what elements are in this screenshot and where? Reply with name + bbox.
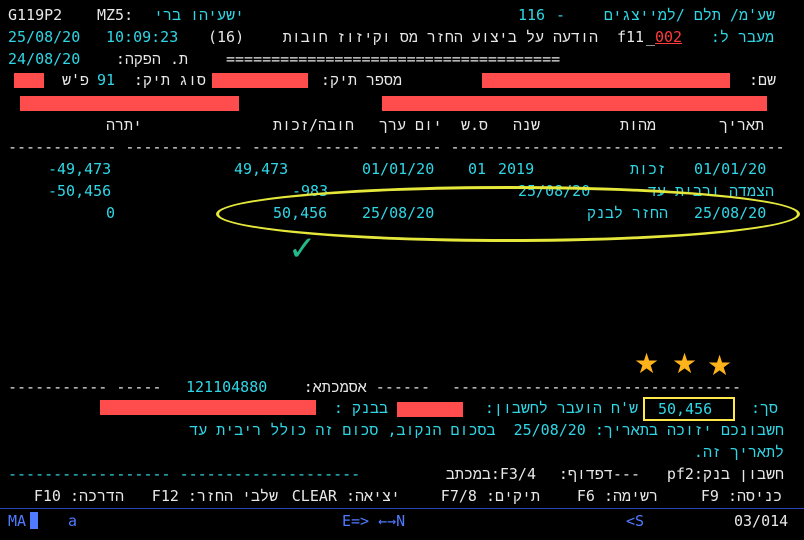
f10-guide-key[interactable]: הדרכה: F10	[24, 487, 124, 505]
print-label: ---דפדוף:	[558, 465, 640, 483]
reference-label: ------ אסמכתא:	[303, 378, 430, 396]
current-date: 25/08/20	[8, 28, 81, 46]
redacted-bank	[100, 400, 316, 415]
header-dash: -	[556, 6, 566, 24]
reference-line-left: ----------- -----	[8, 378, 162, 396]
issue-label: ת. הפקה:	[115, 50, 188, 68]
row1-date: 01/01/20	[694, 160, 767, 178]
col-nature: מהות	[619, 116, 656, 134]
row1-value-date: 01/01/20	[362, 160, 435, 178]
f3-4-key[interactable]: F3/4:במכתב	[432, 465, 536, 483]
row1-year: 2019	[498, 160, 535, 178]
clear-exit-key[interactable]: יציאה: CLEAR	[290, 487, 400, 505]
message-line-2: לתאריך זה.	[693, 443, 784, 461]
dept-title: שע'מ/ תלם /למייצגים	[603, 6, 775, 24]
name-label: שם:	[748, 71, 776, 89]
reference-value: 121104880	[186, 378, 268, 396]
screen-id: G119P2	[8, 6, 63, 24]
table-separator: ------------ ------------- ------ ----- …	[8, 138, 785, 156]
footer-dash-line: ------------------ --------------------	[8, 465, 361, 483]
issue-date: 24/08/20	[8, 50, 81, 68]
col-debit-credit: חובה/זכות	[272, 116, 354, 134]
redacted-account	[397, 402, 463, 417]
status-page-mark: <S	[626, 512, 645, 530]
col-year: שנה	[512, 116, 540, 134]
row2-balance: -50,456	[48, 182, 112, 200]
transfer-cursor: _	[646, 28, 656, 46]
redacted-file-number	[212, 73, 308, 88]
file-number-label: מספר תיק:	[320, 71, 402, 89]
reference-line-right: --------------------------------	[452, 378, 741, 396]
col-date: תאריך	[718, 116, 764, 134]
title-number: (16)	[208, 28, 245, 46]
transferred-label: ש'ח הועבר לחשבון:	[484, 399, 638, 417]
status-nav: E=> ←→N	[342, 512, 406, 530]
row1-amount: 49,473	[234, 160, 289, 178]
star-icon: ★	[707, 349, 733, 382]
star-icon: ★	[634, 347, 660, 380]
page-title: הודעה על ביצוע החזר מס וקיזוז חובות	[282, 28, 598, 46]
star-icon: ★	[672, 347, 698, 380]
f6-list-key[interactable]: רשימה: F6	[576, 487, 658, 505]
redacted-address	[20, 96, 239, 111]
current-time: 10:09:23	[106, 28, 179, 46]
user-name: ישעיהו ברי	[153, 6, 244, 24]
header-rule: =====================================	[226, 50, 561, 68]
file-type-label: סוג תיק:	[133, 71, 206, 89]
row1-balance: -49,473	[48, 160, 112, 178]
total-value: 50,456	[658, 400, 713, 418]
cursor-block	[30, 512, 38, 529]
row1-ss: 01	[468, 160, 487, 178]
col-value-date: יום ערך	[378, 116, 442, 134]
status-input-mode: a	[68, 512, 78, 530]
total-label: סך:	[750, 399, 778, 417]
f9-entry-key[interactable]: כניסה: F9	[680, 487, 782, 505]
status-position: 03/014	[734, 512, 789, 530]
user-code: MZ5:	[97, 6, 134, 24]
ps-label: פ'ש	[61, 71, 89, 89]
bank-label: בבנק :	[333, 399, 388, 417]
transfer-field[interactable]: 002	[655, 28, 682, 46]
redacted-name	[482, 73, 730, 88]
message-line-1: חשבונכם יזוכה בתאריך: 25/08/20 בסכום הנק…	[189, 421, 784, 439]
row1-nature: זכות	[629, 160, 666, 178]
check-icon: ✓	[288, 229, 317, 269]
bank-account-key[interactable]: חשבון בנק:pf2	[644, 465, 784, 483]
status-divider	[0, 508, 804, 509]
col-balance: יתרה	[105, 116, 142, 134]
screen-number: 116	[518, 6, 546, 24]
transfer-label: מעבר ל:	[710, 28, 774, 46]
f11-key: f11	[617, 28, 645, 46]
row3-balance: 0	[106, 204, 116, 222]
redacted-ps	[14, 73, 44, 88]
status-mode: MA	[8, 512, 27, 530]
f7-8-files-key[interactable]: תיקים: F7/8	[436, 487, 540, 505]
f12-refund-stages-key[interactable]: שלבי החזר: F12	[134, 487, 278, 505]
col-ss: ס.ש	[460, 116, 488, 134]
file-type-value: 91	[97, 71, 116, 89]
redacted-details	[382, 96, 767, 111]
